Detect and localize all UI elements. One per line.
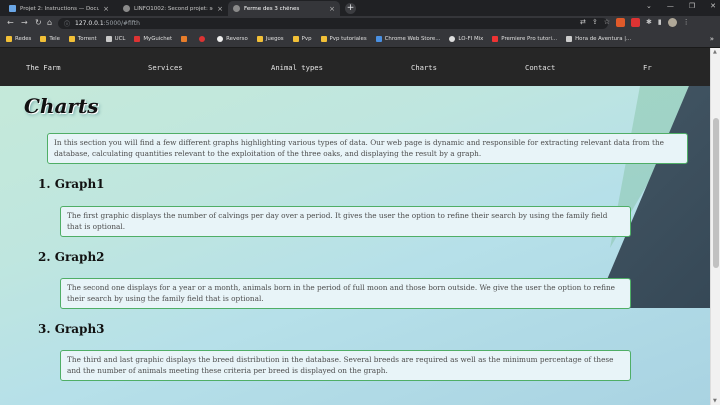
- chevron-down-icon[interactable]: ⌄: [646, 2, 652, 10]
- scrollbar-thumb[interactable]: [713, 118, 719, 268]
- page-viewport: The Farm Services Animal types Charts Co…: [0, 48, 710, 405]
- reverso-icon: [217, 36, 224, 42]
- address-bar[interactable]: ⓘ 127.0.0.1:5000/#fifth: [58, 18, 608, 29]
- close-icon[interactable]: ×: [103, 5, 109, 13]
- bookmark[interactable]: LO-FI Mix: [449, 36, 483, 42]
- close-icon[interactable]: ×: [217, 5, 223, 13]
- bookmarks-bar: Redes Tele Torrent UCL MyGuichet Reverso…: [0, 31, 720, 48]
- folder-icon: [256, 36, 263, 42]
- browser-toolbar: ← → ↻ ⌂ ⓘ 127.0.0.1:5000/#fifth ⇄ ⇪ ☆ ✱ …: [0, 16, 720, 31]
- extension-icon[interactable]: [616, 18, 626, 27]
- folder-icon: [320, 36, 327, 42]
- extension-icon[interactable]: [631, 18, 641, 27]
- section-heading: 2. Graph2: [38, 250, 105, 264]
- bookmark[interactable]: Reverso: [217, 36, 248, 42]
- share-icon[interactable]: ⇪: [592, 18, 598, 27]
- section-heading: 1. Graph1: [38, 177, 105, 191]
- new-tab-button[interactable]: +: [345, 3, 356, 14]
- bookmark[interactable]: [199, 36, 208, 42]
- site-icon: [181, 36, 188, 42]
- section-description: The first graphic displays the number of…: [60, 206, 631, 237]
- nav-link-the-farm[interactable]: The Farm: [26, 63, 61, 72]
- scroll-down-icon[interactable]: ▼: [713, 398, 717, 404]
- github-icon: [123, 5, 130, 12]
- music-icon: [449, 36, 456, 42]
- bookmark[interactable]: Redes: [6, 36, 31, 42]
- section-description: The second one displays for a year or a …: [60, 278, 631, 309]
- tab-instructions[interactable]: Projet 2: Instructions — Docume ×: [4, 1, 114, 16]
- back-icon[interactable]: ←: [7, 18, 14, 27]
- menu-icon[interactable]: ⋮: [683, 18, 690, 27]
- toolbar-icons: ⇄ ⇪ ☆ ✱ ▮ ⋮: [580, 18, 690, 27]
- url-host: 127.0.0.1: [75, 20, 104, 27]
- myguichet-icon: [134, 36, 141, 42]
- close-icon[interactable]: ×: [329, 5, 335, 13]
- bookmark[interactable]: Pvp tutoriales: [320, 36, 367, 42]
- sidepanel-icon[interactable]: ▮: [658, 18, 662, 27]
- bookmark[interactable]: Chrome Web Store...: [375, 36, 440, 42]
- restore-icon[interactable]: ❐: [689, 2, 695, 10]
- docs-icon: [9, 5, 16, 12]
- youtube-icon: [492, 36, 499, 42]
- page-scrollbar[interactable]: ▲ ▼: [710, 48, 720, 405]
- tab-label: Ferme des 3 chênes: [244, 5, 300, 12]
- ucl-icon: [105, 36, 112, 42]
- page-title: Charts: [24, 94, 99, 118]
- nav-link-contact[interactable]: Contact: [525, 63, 555, 72]
- site-navbar: The Farm Services Animal types Charts Co…: [0, 48, 710, 86]
- tab-ferme[interactable]: Ferme des 3 chênes ×: [228, 1, 340, 16]
- bookmarks-overflow-icon[interactable]: »: [710, 35, 714, 43]
- url-path: :5000/#fifth: [103, 20, 140, 27]
- globe-icon: [233, 5, 240, 12]
- tab-strip: Projet 2: Instructions — Docume × LINFO1…: [0, 0, 720, 16]
- info-icon[interactable]: ⓘ: [64, 19, 70, 28]
- translate-icon[interactable]: ⇄: [580, 18, 586, 27]
- language-switch-link[interactable]: Fr: [643, 63, 652, 72]
- bookmark[interactable]: Pvp: [292, 36, 312, 42]
- close-window-icon[interactable]: ✕: [710, 2, 716, 10]
- bookmark[interactable]: [181, 36, 190, 42]
- section-heading: 3. Graph3: [38, 322, 105, 336]
- section-description: The third and last graphic displays the …: [60, 350, 631, 381]
- bookmark[interactable]: Tele: [40, 36, 60, 42]
- site-icon: [199, 36, 206, 42]
- avatar[interactable]: [667, 18, 677, 27]
- chrome-store-icon: [375, 36, 382, 42]
- tab-label: Projet 2: Instructions — Docume: [20, 5, 100, 12]
- forward-icon[interactable]: →: [21, 18, 28, 27]
- reload-icon[interactable]: ↻: [35, 18, 42, 27]
- tab-linfo[interactable]: LINFO1002: Second projet: sourc ×: [118, 1, 228, 16]
- home-icon[interactable]: ⌂: [47, 18, 52, 27]
- bookmark[interactable]: Juegos: [256, 36, 284, 42]
- site-icon: [566, 36, 573, 42]
- minimize-icon[interactable]: —: [667, 2, 674, 10]
- intro-box: In this section you will find a few diff…: [47, 133, 688, 164]
- bookmark[interactable]: MyGuichet: [134, 36, 172, 42]
- bookmark[interactable]: Torrent: [68, 36, 97, 42]
- folder-icon: [292, 36, 299, 42]
- folder-icon: [40, 36, 47, 42]
- nav-link-charts[interactable]: Charts: [411, 63, 437, 72]
- scroll-up-icon[interactable]: ▲: [713, 49, 717, 55]
- folder-icon: [68, 36, 75, 42]
- tab-label: LINFO1002: Second projet: sourc: [134, 5, 213, 12]
- nav-link-animal-types[interactable]: Animal types: [271, 63, 323, 72]
- window-controls: ⌄ — ❐ ✕: [646, 2, 716, 10]
- bookmark[interactable]: Hora de Aventura |...: [566, 36, 631, 42]
- nav-link-services[interactable]: Services: [148, 63, 183, 72]
- bookmark[interactable]: UCL: [105, 36, 125, 42]
- puzzle-icon[interactable]: ✱: [646, 18, 652, 27]
- bookmark[interactable]: Premiere Pro tutori...: [492, 36, 557, 42]
- star-icon[interactable]: ☆: [604, 18, 610, 27]
- folder-icon: [6, 36, 12, 42]
